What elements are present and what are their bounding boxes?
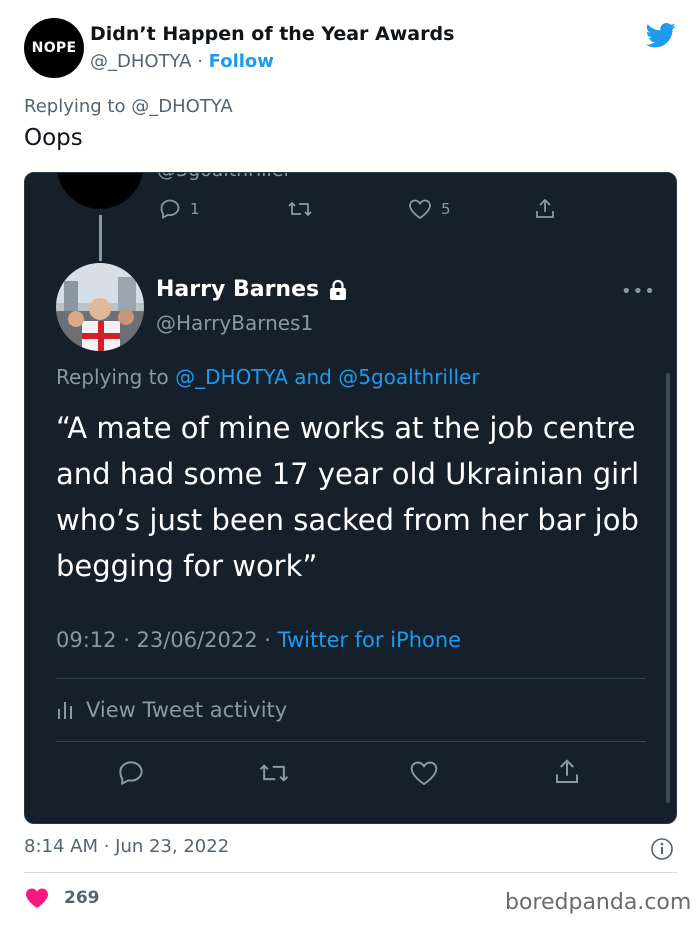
reply-icon (160, 199, 180, 220)
inner-replying-handle2[interactable]: @5goalthriller (338, 365, 479, 389)
lock-icon (330, 279, 347, 300)
follow-button[interactable]: Follow (209, 51, 274, 72)
embedded-screenshot: @5goalthriller 1 5 Harry Barnes @ (24, 172, 677, 824)
retweet-action[interactable] (258, 758, 290, 788)
more-options-icon[interactable]: ••• (621, 281, 656, 302)
quoted-tweet-text: “A mate of mine works at the job centre … (56, 411, 640, 583)
like-count-row[interactable]: 269 (24, 886, 100, 910)
harry-name-row: Harry Barnes (156, 277, 349, 302)
scrollbar[interactable] (666, 373, 670, 803)
prev-retweet-action[interactable] (287, 197, 313, 221)
tweet-meta: 09:12 · 23/06/2022 · Twitter for iPhone (56, 628, 461, 652)
watermark: boredpanda.com (505, 890, 692, 915)
retweet-icon (259, 764, 289, 782)
retweet-icon (288, 201, 312, 217)
divider (24, 872, 677, 873)
separator: · (191, 51, 209, 72)
inner-replying-handle1[interactable]: @_DHOTYA (175, 365, 288, 389)
divider (56, 678, 646, 679)
author-name[interactable]: Didn’t Happen of the Year Awards (90, 23, 454, 45)
tweet-text: Oops (24, 125, 83, 151)
tweet-header: NOPE Didn’t Happen of the Year Awards @_… (0, 0, 700, 90)
inner-replying-to: Replying to @_DHOTYA and @5goalthriller (56, 365, 480, 389)
prev-like-action[interactable]: 5 (407, 197, 451, 221)
previous-tweet-avatar (57, 173, 143, 209)
share-action[interactable] (552, 757, 582, 787)
author-handle[interactable]: @_DHOTYA (90, 51, 191, 72)
like-count: 269 (64, 888, 100, 908)
inner-replying-prefix: Replying to (56, 365, 176, 389)
tweet-timestamp: 09:12 · 23/06/2022 · (56, 628, 278, 652)
inner-replying-joiner: and (287, 365, 339, 389)
activity-bars-icon (58, 702, 72, 719)
heart-icon (409, 199, 431, 220)
author-avatar[interactable]: NOPE (24, 18, 84, 78)
divider (56, 741, 646, 742)
author-handle-line: @_DHOTYA · Follow (90, 51, 274, 72)
harry-name[interactable]: Harry Barnes (156, 277, 319, 302)
prev-share-action[interactable] (533, 197, 557, 221)
prev-reply-count: 1 (190, 200, 200, 218)
prev-like-count: 5 (441, 200, 451, 218)
previous-tweet-handle: @5goalthriller (157, 173, 291, 181)
tweet-client-link[interactable]: Twitter for iPhone (278, 628, 462, 652)
view-tweet-activity[interactable]: View Tweet activity (56, 698, 287, 722)
like-action[interactable] (408, 758, 440, 788)
info-icon[interactable] (650, 837, 674, 861)
replying-to: Replying to @_DHOTYA (24, 96, 233, 117)
view-tweet-activity-label: View Tweet activity (86, 698, 288, 722)
twitter-bird-icon[interactable] (644, 20, 678, 50)
replying-prefix: Replying to (24, 96, 132, 117)
reply-action[interactable] (116, 758, 146, 788)
replying-handle[interactable]: @_DHOTYA (131, 96, 232, 117)
heart-filled-icon (26, 888, 48, 908)
prev-reply-action[interactable]: 1 (158, 197, 200, 221)
share-icon (536, 198, 554, 218)
heart-icon (410, 761, 438, 786)
share-icon (556, 759, 578, 783)
harry-avatar[interactable] (56, 263, 144, 351)
tweet-timestamp-footer[interactable]: 8:14 AM · Jun 23, 2022 (24, 836, 229, 857)
harry-handle[interactable]: @HarryBarnes1 (156, 311, 313, 335)
thread-line (99, 215, 102, 261)
reply-icon (119, 761, 143, 786)
